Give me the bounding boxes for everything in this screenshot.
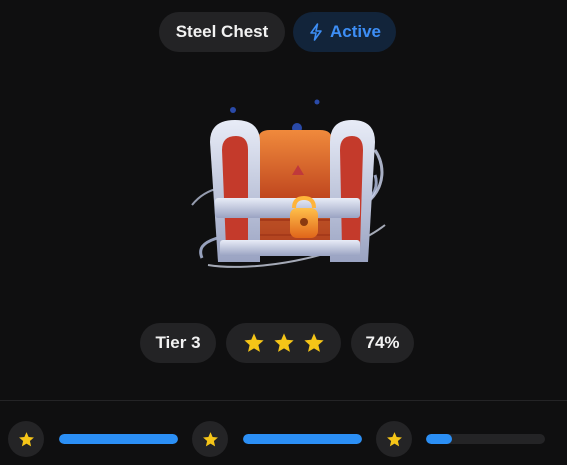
star-icon	[386, 431, 402, 446]
percent-label: 74%	[365, 333, 400, 352]
slot-3-progress-fill	[426, 434, 453, 444]
status-badge[interactable]: Active	[293, 12, 396, 52]
slot-3-progress-bar	[426, 434, 545, 444]
slot-2-progress-bar	[243, 434, 362, 444]
tier-label: Tier 3	[155, 333, 201, 352]
star-rating	[226, 323, 341, 363]
star-icon	[202, 431, 218, 446]
slot-1-progress-fill	[59, 434, 178, 444]
divider	[0, 400, 567, 401]
percent-badge: 74%	[351, 323, 414, 363]
treasure-chest-icon	[180, 80, 390, 280]
slot-3-star-icon[interactable]	[376, 421, 412, 457]
tier-badge: Tier 3	[140, 323, 216, 363]
lightning-icon	[310, 23, 322, 41]
star-icon	[303, 333, 324, 352]
slot-1-star-icon[interactable]	[8, 421, 44, 457]
slot-2-progress-fill	[243, 434, 362, 444]
chest-title: Steel Chest	[175, 22, 269, 41]
star-icon	[18, 431, 34, 446]
chest-title-pill: Steel Chest	[159, 12, 285, 52]
slot-2-star-icon[interactable]	[192, 421, 228, 457]
slot-1-progress-bar	[59, 434, 178, 444]
star-icon	[243, 333, 264, 352]
star-icon	[273, 333, 294, 352]
status-label: Active	[329, 22, 382, 41]
chest-screen: Steel Chest Active Tier 3 74%	[0, 0, 567, 465]
